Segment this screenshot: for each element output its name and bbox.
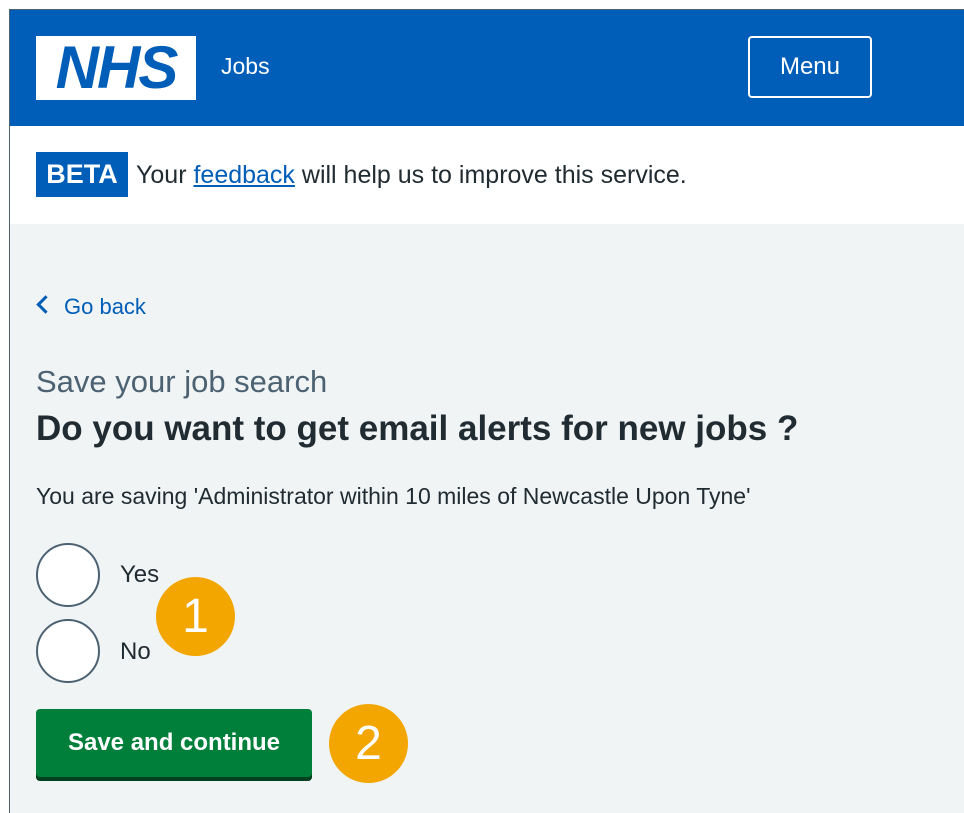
menu-button[interactable]: Menu: [748, 36, 872, 98]
beta-text-after: will help us to improve this service.: [301, 161, 687, 189]
callout-marker-2: 2: [329, 704, 408, 783]
radio-no[interactable]: [36, 619, 100, 683]
radio-yes[interactable]: [36, 543, 100, 607]
callout-marker-1: 1: [156, 577, 235, 656]
page-caption: Save your job search: [36, 364, 328, 399]
go-back-label: Go back: [64, 294, 146, 319]
save-and-continue-button[interactable]: Save and continue: [36, 709, 312, 777]
nhs-logo[interactable]: NHS: [36, 36, 196, 100]
beta-banner: BETA Your feedback will help us to impro…: [10, 126, 964, 224]
page-frame: NHS Jobs Menu BETA Your feedback will he…: [9, 9, 964, 813]
go-back-link[interactable]: Go back: [36, 293, 146, 321]
beta-text-before: Your: [136, 161, 187, 189]
feedback-link[interactable]: feedback: [193, 161, 294, 189]
chevron-left-icon: [36, 295, 55, 314]
site-header: NHS Jobs Menu: [10, 10, 964, 126]
search-hint: You are saving 'Administrator within 10 …: [36, 483, 751, 509]
beta-tag: BETA: [36, 152, 128, 197]
page-title: Do you want to get email alerts for new …: [36, 409, 799, 448]
radio-no-label[interactable]: No: [120, 637, 151, 667]
beta-banner-text: Your feedback will help us to improve th…: [136, 159, 687, 191]
service-name[interactable]: Jobs: [221, 52, 270, 80]
radio-yes-label[interactable]: Yes: [120, 560, 159, 590]
nhs-logo-text: NHS: [55, 34, 179, 101]
